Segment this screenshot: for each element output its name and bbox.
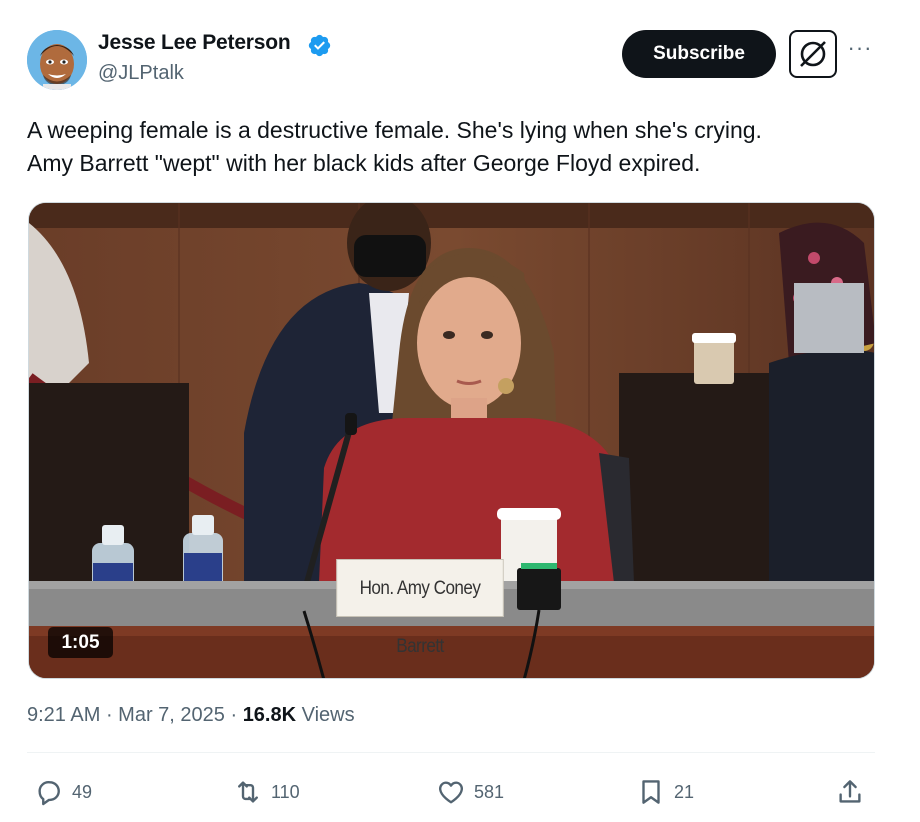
bookmark-button[interactable]: 21 — [636, 774, 694, 810]
tweet-date[interactable]: Mar 7, 2025 — [118, 704, 225, 726]
author-display-name[interactable]: Jesse Lee Peterson — [98, 31, 291, 55]
verified-badge-icon — [308, 34, 331, 57]
reply-button[interactable]: 49 — [34, 774, 92, 810]
like-count: 581 — [474, 781, 505, 802]
tweet-card: Jesse Lee Peterson @JLPtalk Subscribe ··… — [0, 0, 920, 822]
bookmark-icon — [642, 780, 660, 804]
share-icon — [839, 780, 861, 803]
meta-separator: · — [100, 704, 119, 726]
video-duration-badge: 1:05 — [48, 627, 113, 658]
views-count: 16.8K — [242, 704, 297, 726]
retweet-button[interactable]: 110 — [233, 774, 300, 810]
like-button[interactable]: 581 — [436, 774, 504, 810]
tweet-meta: 9:21 AM · Mar 7, 2025 · 16.8K Views — [27, 704, 355, 727]
video-player[interactable]: Hon. Amy Coney Barrett 1:05 — [28, 202, 875, 679]
share-button[interactable] — [835, 774, 865, 810]
author-avatar[interactable] — [27, 30, 87, 90]
grok-button[interactable] — [789, 30, 837, 78]
heart-icon — [439, 781, 463, 804]
cartoon-man-avatar-icon — [27, 30, 87, 90]
retweet-icon — [238, 781, 258, 803]
reply-count: 49 — [72, 781, 93, 802]
tweet-text: A weeping female is a destructive female… — [27, 117, 762, 176]
divider — [27, 752, 875, 753]
bookmark-count: 21 — [674, 781, 695, 802]
grok-icon — [800, 41, 826, 67]
retweet-count: 110 — [271, 781, 300, 802]
views-label-text: Views — [301, 704, 355, 726]
subscribe-button[interactable]: Subscribe — [622, 30, 776, 78]
reply-icon — [38, 781, 60, 806]
author-handle[interactable]: @JLPtalk — [98, 62, 184, 85]
video-nameplate: Hon. Amy Coney Barrett — [336, 559, 504, 657]
views-label: Views — [296, 704, 355, 726]
tweet-time[interactable]: 9:21 AM — [27, 704, 100, 726]
more-dots-icon[interactable]: ··· — [844, 37, 876, 66]
meta-separator: · — [224, 704, 243, 726]
